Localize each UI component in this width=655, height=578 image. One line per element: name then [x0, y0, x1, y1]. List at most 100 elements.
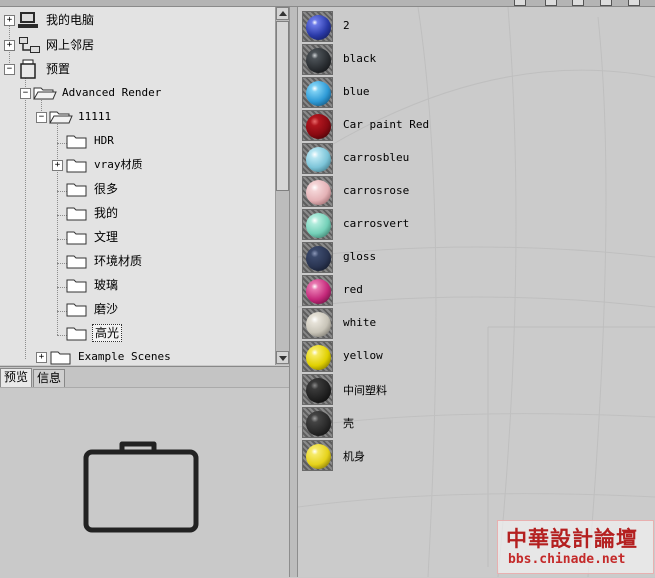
expand-toggle[interactable]: +: [4, 40, 15, 51]
tree-item-label: 网上邻居: [46, 38, 95, 52]
tree-item-highlight[interactable]: 高光: [0, 322, 270, 344]
tree-item-label: 文理: [94, 230, 119, 244]
material-ball: [306, 48, 331, 73]
watermark: 中華設計論壇 bbs.chinade.net: [497, 520, 654, 574]
preview-pane: [0, 387, 289, 578]
tree-item-henduo[interactable]: 很多: [0, 178, 270, 200]
tree-item-label: vray材质: [94, 158, 143, 171]
material-swatch: [302, 341, 333, 372]
tree-item-label: 环境材质: [94, 254, 143, 268]
tree-item-label: Example Scenes: [78, 350, 171, 363]
material-swatch: [302, 77, 333, 108]
material-ball: [306, 378, 331, 403]
tree-item-vray[interactable]: + vray材质: [0, 154, 270, 176]
toolbar-icon[interactable]: [545, 0, 557, 6]
tab-preview[interactable]: 预览: [0, 368, 33, 387]
tree-item-wode[interactable]: 我的: [0, 202, 270, 224]
folder-open-icon: [33, 87, 57, 100]
tree-item-label: 玻璃: [94, 278, 119, 292]
material-swatch: [302, 110, 333, 141]
tree-item-network[interactable]: + 网上邻居: [0, 34, 270, 56]
material-name: red: [343, 283, 363, 296]
material-ball: [306, 246, 331, 271]
tree-item-advanced-render[interactable]: − Advanced Render: [0, 82, 270, 104]
tree-item-label: 11111: [78, 110, 112, 123]
arrow-down-icon: [279, 356, 287, 361]
material-swatch: [302, 374, 333, 405]
material-swatch: [302, 440, 333, 471]
scroll-up-button[interactable]: [276, 7, 289, 20]
tree-item-env-material[interactable]: 环境材质: [0, 250, 270, 272]
tree-item-11111[interactable]: − 11111: [0, 106, 270, 128]
folder-icon: [66, 279, 87, 293]
material-ball: [306, 81, 331, 106]
tree-item-label: HDR: [94, 134, 114, 147]
scroll-thumb[interactable]: [276, 21, 289, 191]
material-swatch: [302, 407, 333, 438]
material-name: 机身: [343, 450, 365, 463]
collapse-toggle[interactable]: −: [36, 112, 47, 123]
material-name: gloss: [343, 250, 377, 263]
panel-splitter[interactable]: [289, 7, 298, 577]
toolbar-icon[interactable]: [600, 0, 612, 6]
material-ball: [306, 15, 331, 40]
folder-large-icon: [83, 441, 199, 533]
tree-item-wenli[interactable]: 文理: [0, 226, 270, 248]
tree-item-presets[interactable]: − 预置: [0, 58, 270, 80]
toolbar-icon[interactable]: [514, 0, 526, 6]
collapse-toggle[interactable]: −: [20, 88, 31, 99]
material-name: blue: [343, 85, 370, 98]
watermark-title: 中華設計論壇: [506, 527, 638, 551]
material-name: carrosbleu: [343, 151, 410, 164]
top-toolbar-strip: [0, 0, 655, 7]
collapse-toggle[interactable]: −: [4, 64, 15, 75]
material-swatch: [302, 11, 333, 42]
material-name: white: [343, 316, 377, 329]
folder-icon: [66, 159, 87, 173]
material-swatch: [302, 176, 333, 207]
material-list-panel[interactable]: 2 black blue Car paint Red carrosbleu ca…: [298, 7, 655, 577]
folder-icon: [66, 231, 87, 245]
tab-bar: 预览 信息: [0, 366, 289, 387]
material-ball: [306, 444, 331, 469]
folder-icon: [50, 351, 71, 365]
material-name: carrosvert: [343, 217, 410, 230]
material-ball: [306, 114, 331, 139]
material-swatch: [302, 44, 333, 75]
toolbar-icon[interactable]: [628, 0, 640, 6]
tree-item-label: 很多: [94, 182, 119, 196]
folder-open-icon: [49, 111, 73, 124]
scroll-down-button[interactable]: [276, 351, 289, 364]
folder-icon: [66, 303, 87, 317]
tree-item-frosted[interactable]: 磨沙: [0, 298, 270, 320]
material-name: 2: [343, 19, 350, 32]
folder-tree[interactable]: + 我的电脑 + 网上邻居 − 预置 − Advanced Render − 1…: [0, 7, 275, 365]
tree-item-example-scenes[interactable]: + Example Scenes: [0, 346, 270, 365]
tree-item-label: 我的: [94, 206, 119, 220]
material-ball: [306, 147, 331, 172]
jar-icon: [20, 59, 36, 79]
arrow-up-icon: [279, 11, 287, 16]
expand-toggle[interactable]: +: [52, 160, 63, 171]
material-name: 中间塑料: [343, 384, 387, 397]
network-icon: [19, 37, 40, 53]
material-name: Car paint Red: [343, 118, 430, 131]
tree-item-glass[interactable]: 玻璃: [0, 274, 270, 296]
tree-item-my-computer[interactable]: + 我的电脑: [0, 9, 270, 31]
tree-item-hdr[interactable]: HDR: [0, 130, 270, 152]
folder-icon: [66, 207, 87, 221]
computer-icon: [18, 12, 38, 28]
tab-info[interactable]: 信息: [33, 369, 66, 387]
toolbar-icon[interactable]: [572, 0, 584, 6]
expand-toggle[interactable]: +: [36, 352, 47, 363]
tree-item-label: Advanced Render: [62, 86, 162, 99]
folder-icon: [66, 183, 87, 197]
material-ball: [306, 345, 331, 370]
material-name: carrosrose: [343, 184, 410, 197]
material-ball: [306, 279, 331, 304]
expand-toggle[interactable]: +: [4, 15, 15, 26]
material-swatch: [302, 209, 333, 240]
tree-scrollbar[interactable]: [275, 7, 290, 365]
material-swatch: [302, 275, 333, 306]
tree-item-label: 我的电脑: [46, 13, 95, 27]
